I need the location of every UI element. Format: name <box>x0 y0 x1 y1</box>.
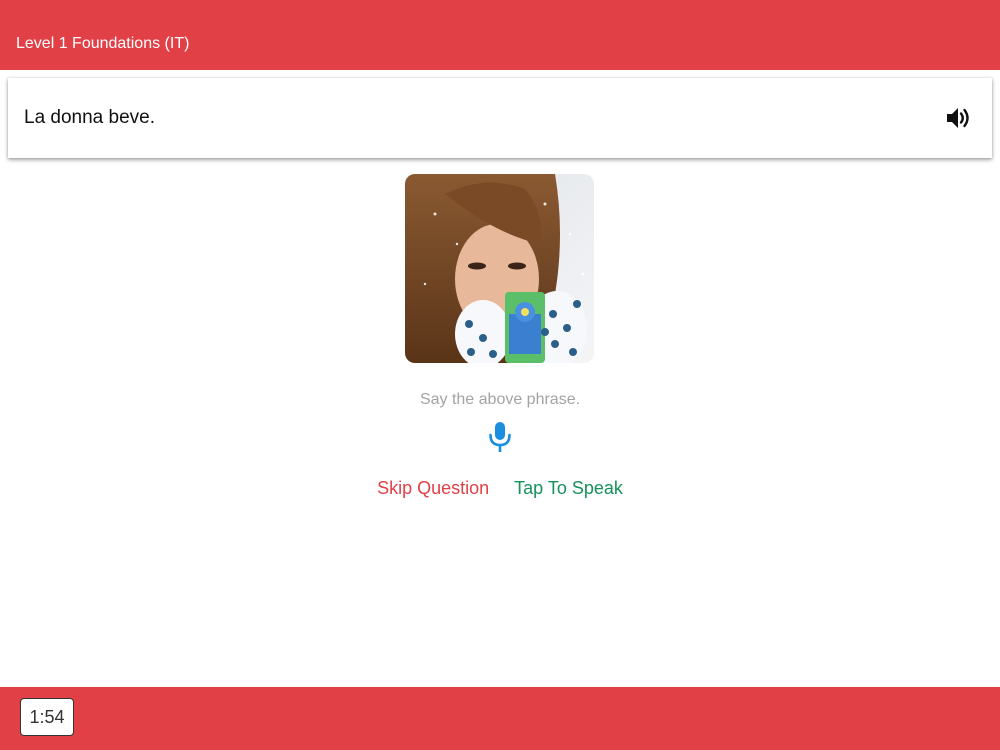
tap-to-speak-button[interactable]: Tap To Speak <box>514 478 623 499</box>
action-row: Skip Question Tap To Speak <box>0 478 1000 499</box>
microphone-icon[interactable] <box>487 420 513 454</box>
timer-display: 1:54 <box>20 698 74 736</box>
instruction-text: Say the above phrase. <box>419 391 581 408</box>
app-screen: Level 1 Foundations (IT) La donna beve. <box>0 0 1000 750</box>
lesson-title: Level 1 Foundations (IT) <box>16 35 190 52</box>
phrase-text: La donna beve. <box>24 107 156 128</box>
header-bar: Level 1 Foundations (IT) <box>0 0 1000 70</box>
speaker-icon[interactable] <box>946 106 972 130</box>
phrase-card: La donna beve. <box>8 78 992 158</box>
lesson-photo <box>405 174 594 363</box>
footer-bar: 1:54 <box>0 687 1000 750</box>
skip-question-button[interactable]: Skip Question <box>377 478 489 499</box>
